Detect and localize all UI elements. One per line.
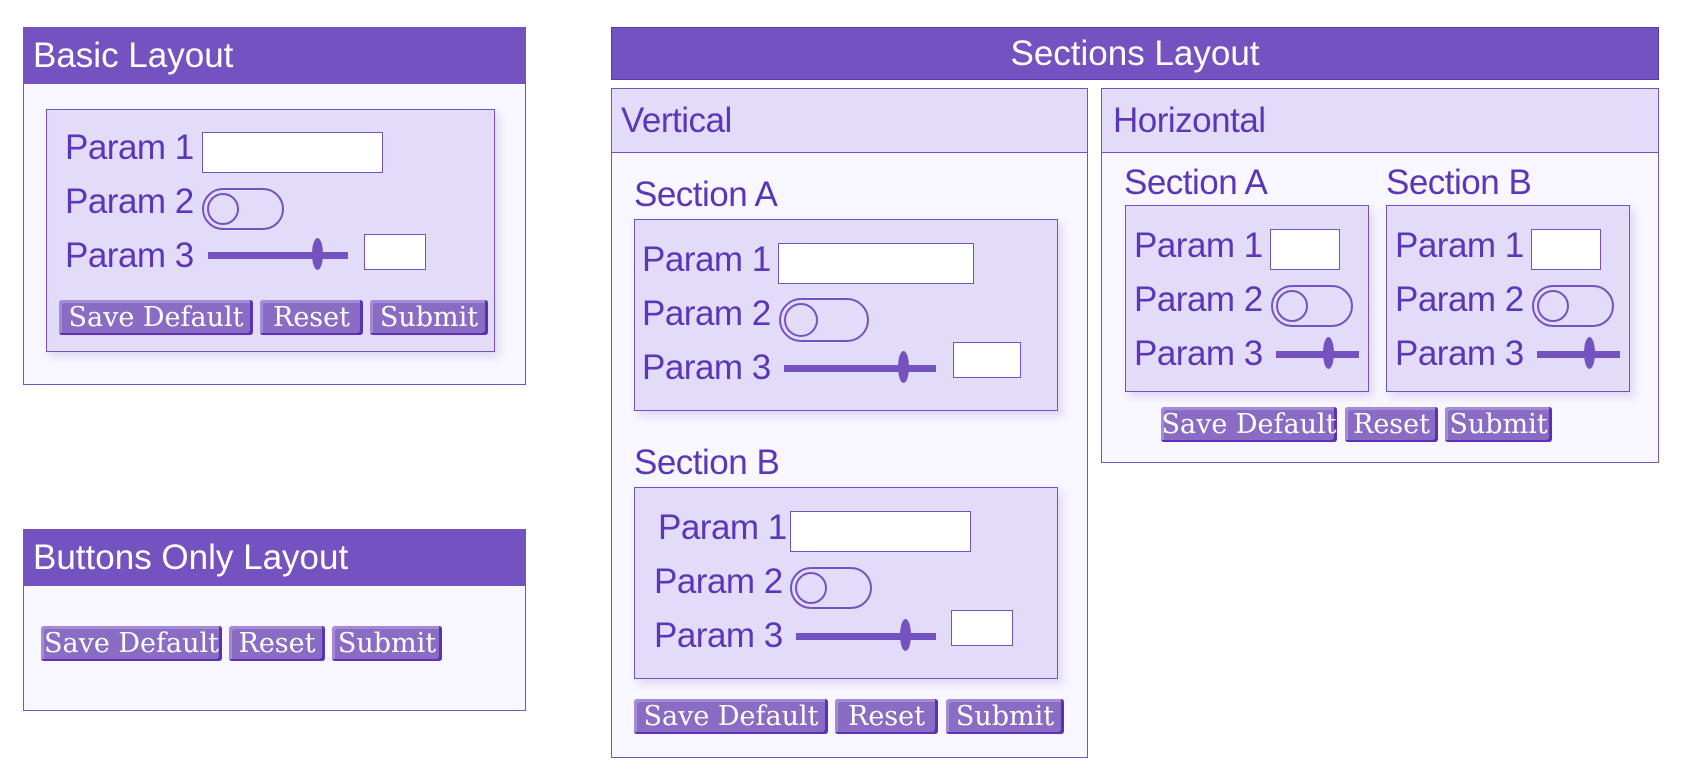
buttons-only-panel: Buttons Only Layout Save Default Reset S… <box>23 529 526 711</box>
param-3-slider[interactable] <box>1276 337 1359 371</box>
reset-button[interactable]: Reset <box>229 626 325 661</box>
reset-button[interactable]: Reset <box>260 300 363 335</box>
param-1-input[interactable] <box>1270 229 1340 270</box>
slider-track <box>796 633 936 640</box>
param-2-toggle[interactable] <box>202 188 284 230</box>
param-3-value-input[interactable] <box>951 610 1013 646</box>
buttons-only-title: Buttons Only Layout <box>33 538 349 577</box>
param-1-label: Param 1 <box>1395 226 1524 265</box>
param-2-label: Param 2 <box>65 182 194 221</box>
param-1-label: Param 1 <box>658 508 787 547</box>
param-2-label: Param 2 <box>642 294 771 333</box>
section-a-title: Section A <box>1124 163 1268 202</box>
reset-button[interactable]: Reset <box>835 699 938 734</box>
horizontal-header: Horizontal <box>1102 89 1658 153</box>
horizontal-section-b-box: Param 1 Param 2 Param 3 <box>1386 205 1630 392</box>
param-3-slider[interactable] <box>208 238 348 272</box>
param-3-label: Param 3 <box>1134 334 1263 373</box>
param-1-input[interactable] <box>202 132 383 173</box>
slider-thumb[interactable] <box>1584 337 1596 369</box>
param-1-label: Param 1 <box>1134 226 1263 265</box>
vertical-title: Vertical <box>621 100 732 140</box>
param-3-label: Param 3 <box>654 616 783 655</box>
param-3-label: Param 3 <box>642 348 771 387</box>
slider-track <box>208 252 348 259</box>
save-default-button[interactable]: Save Default <box>41 626 222 661</box>
vertical-section-b-box: Param 1 Param 2 Param 3 <box>634 487 1058 679</box>
toggle-knob <box>795 572 827 604</box>
param-2-toggle[interactable] <box>779 298 869 342</box>
basic-layout-panel: Basic Layout Param 1 Param 2 Param 3 Sav… <box>23 27 526 385</box>
param-1-input[interactable] <box>790 511 971 552</box>
param-3-slider[interactable] <box>796 619 936 653</box>
slider-track <box>784 365 936 372</box>
toggle-knob <box>784 303 818 337</box>
slider-thumb[interactable] <box>897 351 909 383</box>
param-3-slider[interactable] <box>784 351 936 385</box>
submit-button[interactable]: Submit <box>1445 407 1552 442</box>
toggle-knob <box>1537 290 1569 322</box>
vertical-section-a-box: Param 1 Param 2 Param 3 <box>634 219 1058 411</box>
buttons-only-header: Buttons Only Layout <box>24 530 525 586</box>
section-a-title: Section A <box>634 175 778 214</box>
param-1-label: Param 1 <box>65 128 194 167</box>
param-3-value-input[interactable] <box>364 234 426 270</box>
horizontal-title: Horizontal <box>1113 100 1266 140</box>
vertical-header: Vertical <box>612 89 1087 153</box>
section-b-title: Section B <box>634 443 780 482</box>
slider-thumb[interactable] <box>312 238 324 270</box>
slider-thumb[interactable] <box>1323 337 1335 369</box>
param-3-value-input[interactable] <box>953 342 1021 378</box>
param-3-slider[interactable] <box>1537 337 1620 371</box>
slider-track <box>1537 351 1620 358</box>
param-2-toggle[interactable] <box>1532 285 1614 327</box>
section-b-title: Section B <box>1386 163 1532 202</box>
param-1-input[interactable] <box>1531 229 1601 270</box>
horizontal-panel: Horizontal Section A Param 1 Param 2 Par… <box>1101 88 1659 463</box>
param-2-toggle[interactable] <box>790 567 872 609</box>
param-1-label: Param 1 <box>642 240 771 279</box>
param-2-toggle[interactable] <box>1271 285 1353 327</box>
vertical-panel: Vertical Section A Param 1 Param 2 Param… <box>611 88 1088 758</box>
submit-button[interactable]: Submit <box>946 699 1064 734</box>
basic-params-box: Param 1 Param 2 Param 3 Save Default Res… <box>46 109 495 352</box>
param-3-label: Param 3 <box>65 236 194 275</box>
param-2-label: Param 2 <box>1395 280 1524 319</box>
toggle-knob <box>207 193 239 225</box>
toggle-knob <box>1276 290 1308 322</box>
save-default-button[interactable]: Save Default <box>59 300 253 335</box>
sections-layout-header: Sections Layout <box>611 27 1659 80</box>
slider-thumb[interactable] <box>900 619 912 651</box>
submit-button[interactable]: Submit <box>370 300 488 335</box>
save-default-button[interactable]: Save Default <box>634 699 828 734</box>
param-3-label: Param 3 <box>1395 334 1524 373</box>
horizontal-section-a-box: Param 1 Param 2 Param 3 <box>1125 205 1369 392</box>
submit-button[interactable]: Submit <box>332 626 442 661</box>
reset-button[interactable]: Reset <box>1345 407 1438 442</box>
param-1-input[interactable] <box>778 243 974 284</box>
param-2-label: Param 2 <box>654 562 783 601</box>
basic-layout-title: Basic Layout <box>33 36 234 75</box>
basic-layout-header: Basic Layout <box>24 28 525 84</box>
slider-track <box>1276 351 1359 358</box>
param-2-label: Param 2 <box>1134 280 1263 319</box>
save-default-button[interactable]: Save Default <box>1161 407 1337 442</box>
sections-layout-title: Sections Layout <box>1010 33 1260 73</box>
